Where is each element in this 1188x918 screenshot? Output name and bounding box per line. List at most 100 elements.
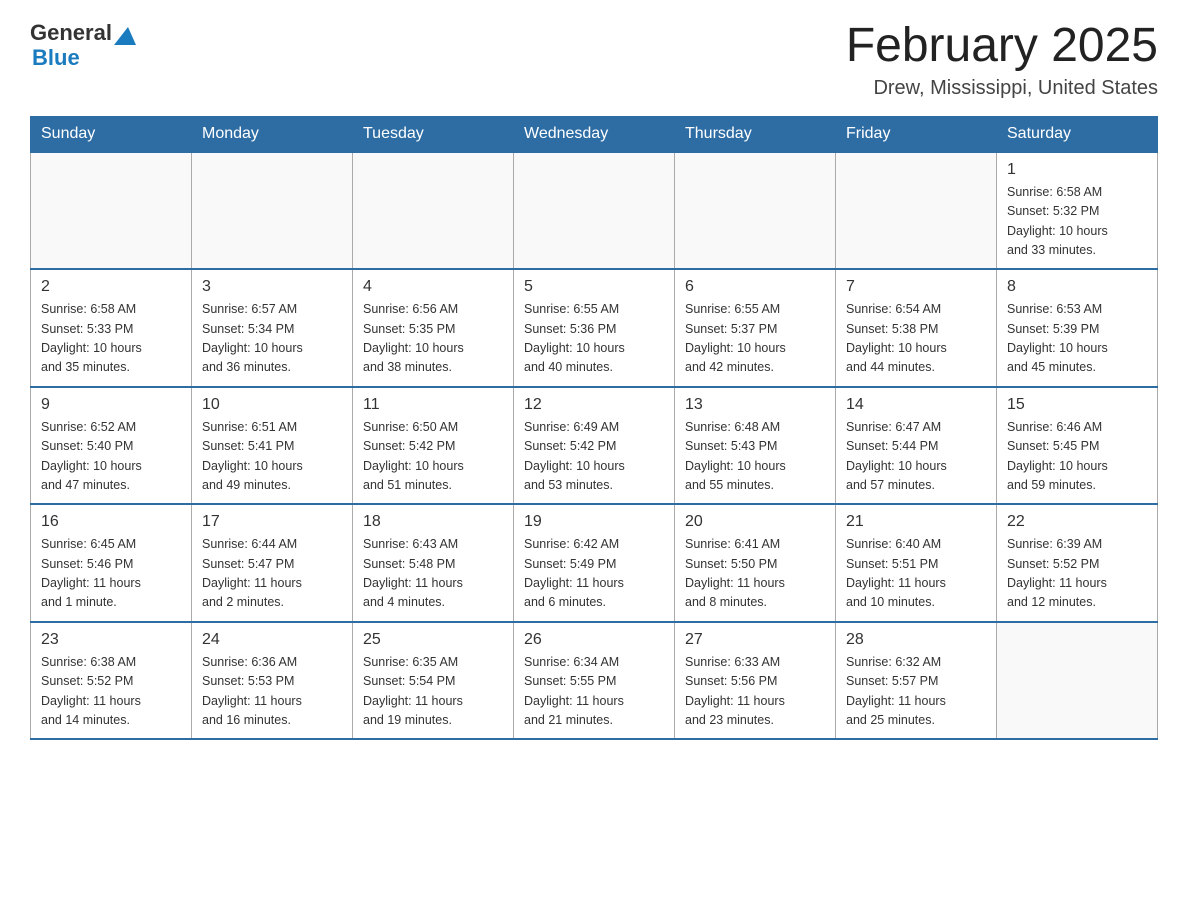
- day-info: Sunrise: 6:46 AMSunset: 5:45 PMDaylight:…: [1007, 418, 1147, 496]
- calendar-day-cell: 20 Sunrise: 6:41 AMSunset: 5:50 PMDayligh…: [675, 504, 836, 622]
- calendar-day-header: Thursday: [675, 116, 836, 152]
- calendar-day-cell: 27 Sunrise: 6:33 AMSunset: 5:56 PMDayligh…: [675, 622, 836, 740]
- day-info: Sunrise: 6:38 AMSunset: 5:52 PMDaylight:…: [41, 653, 181, 731]
- day-number: 20: [685, 513, 825, 531]
- calendar-day-cell: 19 Sunrise: 6:42 AMSunset: 5:49 PMDayligh…: [514, 504, 675, 622]
- calendar-day-cell: 5 Sunrise: 6:55 AMSunset: 5:36 PMDaylight…: [514, 269, 675, 387]
- day-info: Sunrise: 6:57 AMSunset: 5:34 PMDaylight:…: [202, 300, 342, 378]
- title-area: February 2025 Drew, Mississippi, United …: [846, 20, 1158, 100]
- day-info: Sunrise: 6:42 AMSunset: 5:49 PMDaylight:…: [524, 535, 664, 613]
- calendar-day-cell: 24Sunrise: 6:36 AMSunset: 5:53 PMDayligh…: [192, 622, 353, 740]
- day-info: Sunrise: 6:58 AMSunset: 5:32 PMDaylight:…: [1007, 183, 1147, 261]
- calendar-day-cell: 4 Sunrise: 6:56 AMSunset: 5:35 PMDaylight…: [353, 269, 514, 387]
- day-info: Sunrise: 6:43 AMSunset: 5:48 PMDaylight:…: [363, 535, 503, 613]
- calendar-day-cell: 3 Sunrise: 6:57 AMSunset: 5:34 PMDaylight…: [192, 269, 353, 387]
- day-info: Sunrise: 6:51 AMSunset: 5:41 PMDaylight:…: [202, 418, 342, 496]
- day-info: Sunrise: 6:50 AMSunset: 5:42 PMDaylight:…: [363, 418, 503, 496]
- day-number: 21: [846, 513, 986, 531]
- day-number: 8: [1007, 278, 1147, 296]
- day-number: 16: [41, 513, 181, 531]
- calendar-day-cell: 23 Sunrise: 6:38 AMSunset: 5:52 PMDayligh…: [31, 622, 192, 740]
- calendar-day-cell: [31, 152, 192, 270]
- calendar-week-row: 23 Sunrise: 6:38 AMSunset: 5:52 PMDayligh…: [31, 622, 1158, 740]
- logo: General Blue: [30, 20, 136, 71]
- day-info: Sunrise: 6:33 AMSunset: 5:56 PMDaylight:…: [685, 653, 825, 731]
- logo-general: General: [30, 20, 112, 45]
- calendar-week-row: 9 Sunrise: 6:52 AMSunset: 5:40 PMDaylight…: [31, 387, 1158, 505]
- day-number: 10: [202, 396, 342, 414]
- calendar-day-cell: 1 Sunrise: 6:58 AMSunset: 5:32 PMDaylight…: [997, 152, 1158, 270]
- calendar-day-header: Tuesday: [353, 116, 514, 152]
- day-number: 11: [363, 396, 503, 414]
- day-number: 17: [202, 513, 342, 531]
- day-number: 5: [524, 278, 664, 296]
- day-number: 25: [363, 631, 503, 649]
- day-info: Sunrise: 6:39 AMSunset: 5:52 PMDaylight:…: [1007, 535, 1147, 613]
- day-info: Sunrise: 6:58 AMSunset: 5:33 PMDaylight:…: [41, 300, 181, 378]
- calendar-day-header: Sunday: [31, 116, 192, 152]
- day-info: Sunrise: 6:56 AMSunset: 5:35 PMDaylight:…: [363, 300, 503, 378]
- day-number: 4: [363, 278, 503, 296]
- calendar-day-cell: 10 Sunrise: 6:51 AMSunset: 5:41 PMDayligh…: [192, 387, 353, 505]
- calendar-day-cell: 11 Sunrise: 6:50 AMSunset: 5:42 PMDayligh…: [353, 387, 514, 505]
- calendar-day-header: Monday: [192, 116, 353, 152]
- day-number: 23: [41, 631, 181, 649]
- day-info: Sunrise: 6:32 AMSunset: 5:57 PMDaylight:…: [846, 653, 986, 731]
- day-number: 27: [685, 631, 825, 649]
- day-info: Sunrise: 6:34 AMSunset: 5:55 PMDaylight:…: [524, 653, 664, 731]
- month-title: February 2025: [846, 20, 1158, 73]
- day-number: 1: [1007, 161, 1147, 179]
- calendar-day-cell: 8 Sunrise: 6:53 AMSunset: 5:39 PMDaylight…: [997, 269, 1158, 387]
- calendar-week-row: 2 Sunrise: 6:58 AMSunset: 5:33 PMDaylight…: [31, 269, 1158, 387]
- calendar-header: SundayMondayTuesdayWednesdayThursdayFrid…: [31, 116, 1158, 152]
- calendar-day-cell: [353, 152, 514, 270]
- day-number: 28: [846, 631, 986, 649]
- calendar-day-cell: 13 Sunrise: 6:48 AMSunset: 5:43 PMDayligh…: [675, 387, 836, 505]
- calendar-day-cell: 15Sunrise: 6:46 AMSunset: 5:45 PMDayligh…: [997, 387, 1158, 505]
- calendar-day-cell: 2 Sunrise: 6:58 AMSunset: 5:33 PMDaylight…: [31, 269, 192, 387]
- calendar-day-cell: 6Sunrise: 6:55 AMSunset: 5:37 PMDaylight…: [675, 269, 836, 387]
- calendar-week-row: 1 Sunrise: 6:58 AMSunset: 5:32 PMDaylight…: [31, 152, 1158, 270]
- day-number: 9: [41, 396, 181, 414]
- day-number: 2: [41, 278, 181, 296]
- calendar-day-cell: 16Sunrise: 6:45 AMSunset: 5:46 PMDayligh…: [31, 504, 192, 622]
- day-number: 18: [363, 513, 503, 531]
- calendar-day-header: Saturday: [997, 116, 1158, 152]
- day-info: Sunrise: 6:44 AMSunset: 5:47 PMDaylight:…: [202, 535, 342, 613]
- day-info: Sunrise: 6:49 AMSunset: 5:42 PMDaylight:…: [524, 418, 664, 496]
- day-info: Sunrise: 6:35 AMSunset: 5:54 PMDaylight:…: [363, 653, 503, 731]
- logo-blue: Blue: [32, 45, 136, 70]
- calendar-day-cell: 14Sunrise: 6:47 AMSunset: 5:44 PMDayligh…: [836, 387, 997, 505]
- day-info: Sunrise: 6:41 AMSunset: 5:50 PMDaylight:…: [685, 535, 825, 613]
- day-info: Sunrise: 6:53 AMSunset: 5:39 PMDaylight:…: [1007, 300, 1147, 378]
- calendar-day-cell: 7Sunrise: 6:54 AMSunset: 5:38 PMDaylight…: [836, 269, 997, 387]
- day-number: 6: [685, 278, 825, 296]
- calendar-table: SundayMondayTuesdayWednesdayThursdayFrid…: [30, 116, 1158, 741]
- calendar-day-cell: [514, 152, 675, 270]
- day-number: 24: [202, 631, 342, 649]
- day-number: 13: [685, 396, 825, 414]
- calendar-day-cell: 28 Sunrise: 6:32 AMSunset: 5:57 PMDayligh…: [836, 622, 997, 740]
- calendar-day-cell: 25 Sunrise: 6:35 AMSunset: 5:54 PMDayligh…: [353, 622, 514, 740]
- calendar-day-cell: [675, 152, 836, 270]
- calendar-day-cell: 12 Sunrise: 6:49 AMSunset: 5:42 PMDayligh…: [514, 387, 675, 505]
- day-number: 7: [846, 278, 986, 296]
- location: Drew, Mississippi, United States: [846, 77, 1158, 100]
- day-number: 19: [524, 513, 664, 531]
- calendar-day-header: Wednesday: [514, 116, 675, 152]
- page-header: General Blue February 2025 Drew, Mississ…: [30, 20, 1158, 100]
- calendar-day-cell: [192, 152, 353, 270]
- calendar-day-cell: [836, 152, 997, 270]
- calendar-day-header: Friday: [836, 116, 997, 152]
- calendar-week-row: 16Sunrise: 6:45 AMSunset: 5:46 PMDayligh…: [31, 504, 1158, 622]
- day-number: 12: [524, 396, 664, 414]
- calendar-day-cell: [997, 622, 1158, 740]
- day-info: Sunrise: 6:52 AMSunset: 5:40 PMDaylight:…: [41, 418, 181, 496]
- day-number: 22: [1007, 513, 1147, 531]
- calendar-day-cell: 18 Sunrise: 6:43 AMSunset: 5:48 PMDayligh…: [353, 504, 514, 622]
- day-number: 3: [202, 278, 342, 296]
- calendar-day-cell: 26Sunrise: 6:34 AMSunset: 5:55 PMDayligh…: [514, 622, 675, 740]
- day-number: 14: [846, 396, 986, 414]
- day-info: Sunrise: 6:48 AMSunset: 5:43 PMDaylight:…: [685, 418, 825, 496]
- day-info: Sunrise: 6:55 AMSunset: 5:36 PMDaylight:…: [524, 300, 664, 378]
